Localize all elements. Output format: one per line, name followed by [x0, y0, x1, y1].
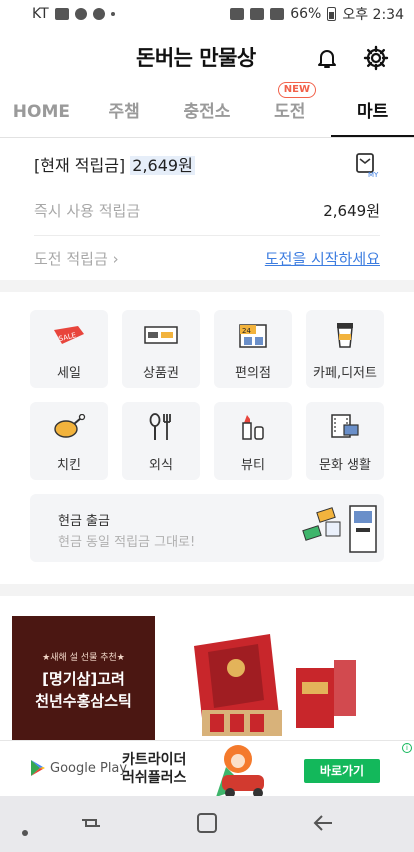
clock: 오후 2:34 — [342, 7, 404, 23]
messenger-icon — [92, 8, 105, 20]
category-gift-card[interactable]: 상품권 — [122, 310, 200, 388]
gear-icon[interactable] — [362, 44, 390, 72]
more-notifications-icon — [110, 12, 115, 16]
wifi-icon — [250, 8, 265, 20]
coffee-cup-icon — [328, 320, 362, 350]
mute-icon — [230, 8, 245, 20]
start-challenge-link[interactable]: 도전을 시작하세요 — [265, 248, 380, 269]
challenge-points-label[interactable]: 도전 적립금 › — [34, 248, 119, 269]
gallery-icon — [54, 8, 69, 20]
cash-withdraw-subtitle: 현금 동일 적립금 그대로! — [58, 535, 196, 550]
tab-challenge[interactable]: 도전 NEW — [248, 82, 331, 137]
new-badge: NEW — [277, 82, 317, 98]
red-ginseng-product-image — [184, 632, 364, 744]
category-sale[interactable]: SALE 세일 — [30, 310, 108, 388]
svg-text:MY: MY — [368, 171, 379, 178]
system-nav-bar — [0, 796, 414, 852]
section-divider — [0, 584, 414, 596]
atm-icon — [298, 502, 378, 558]
google-play-icon — [30, 759, 46, 781]
back-icon[interactable] — [312, 812, 334, 838]
tab-charging[interactable]: 충전소 — [166, 88, 249, 137]
promo-title-line2: 천년수홍삼스틱 — [35, 692, 132, 710]
promo-title-line1: [명기삼]고려 — [42, 670, 125, 688]
points-summary: [현재 적립금] 2,649원 MY 즉시 사용 적립금 2,649원 도전 적… — [0, 138, 414, 280]
instant-points-row: 즉시 사용 적립금 2,649원 — [34, 200, 380, 236]
promo-subtitle: ★새해 설 선물 추천★ — [42, 653, 125, 663]
chicken-icon — [52, 412, 86, 442]
svg-text:24: 24 — [242, 327, 251, 335]
category-convenience-store[interactable]: 24 편의점 — [214, 310, 292, 388]
film-ticket-icon — [328, 412, 362, 442]
category-cafe-dessert[interactable]: 카페,디저트 — [306, 310, 384, 388]
current-points: [현재 적립금] 2,649원 — [34, 152, 195, 176]
kart-character-image — [196, 741, 292, 801]
ad-banner[interactable]: Google Play 카트라이더 러쉬플러스 바로가기 i — [0, 740, 414, 798]
battery-icon — [327, 7, 337, 21]
promo-text-panel: ★새해 설 선물 추천★ [명기삼]고려 천년수홍삼스틱 — [12, 616, 155, 744]
ad-cta-button[interactable]: 바로가기 — [304, 759, 380, 783]
ad-copy: 카트라이더 러쉬플러스 — [122, 752, 187, 786]
bell-icon[interactable] — [313, 44, 341, 72]
battery-percent: 66% — [290, 6, 322, 22]
cash-withdraw-title: 현금 출금 — [58, 514, 110, 529]
lipstick-icon — [236, 412, 270, 442]
current-points-value: 2,649원 — [130, 156, 195, 175]
section-divider — [0, 280, 414, 292]
tab-jucham[interactable]: 주챔 — [83, 88, 166, 137]
cash-withdraw-card[interactable]: 현금 출금 현금 동일 적립금 그대로! — [30, 494, 384, 562]
sale-tag-icon: SALE — [52, 320, 86, 350]
app-title: 돈버는 만물상 — [136, 46, 256, 70]
my-points-icon[interactable]: MY — [354, 150, 382, 179]
category-beauty[interactable]: 뷰티 — [214, 402, 292, 480]
tab-home[interactable]: HOME — [0, 88, 83, 137]
dot-icon[interactable] — [22, 821, 28, 840]
home-icon[interactable] — [196, 812, 218, 838]
recent-apps-icon[interactable] — [80, 812, 102, 838]
signal-icon — [270, 8, 285, 20]
category-culture[interactable]: 문화 생활 — [306, 402, 384, 480]
carrier-label: KT — [32, 6, 49, 22]
instant-points-label: 즉시 사용 적립금 — [34, 202, 141, 220]
instant-points-value: 2,649원 — [323, 202, 380, 220]
category-chicken[interactable]: 치킨 — [30, 402, 108, 480]
google-play-label: Google Play — [50, 761, 128, 776]
promo-banner[interactable]: ★새해 설 선물 추천★ [명기삼]고려 천년수홍삼스틱 — [0, 596, 414, 744]
convenience-store-icon: 24 — [236, 320, 270, 350]
category-dining-out[interactable]: 외식 — [122, 402, 200, 480]
app-header: 돈버는 만물상 — [0, 36, 414, 80]
current-points-label: [현재 적립금] — [34, 156, 126, 175]
chat-icon — [74, 8, 87, 20]
chevron-right-icon: › — [112, 250, 119, 268]
ad-info-icon[interactable]: i — [402, 743, 412, 753]
gift-card-icon — [144, 320, 178, 350]
fork-spoon-icon — [144, 412, 178, 442]
main-tabs: HOME 주챔 충전소 도전 NEW 마트 — [0, 82, 414, 138]
status-bar: KT 66% 오후 2:34 — [0, 0, 414, 28]
tab-mart[interactable]: 마트 — [331, 88, 414, 137]
challenge-points-row: 도전 적립금 › 도전을 시작하세요 — [34, 248, 380, 269]
